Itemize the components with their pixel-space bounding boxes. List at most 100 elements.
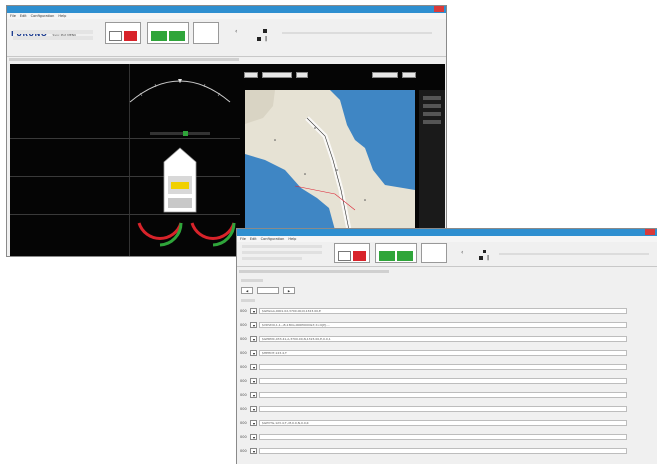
progress-line (499, 253, 649, 255)
back-icon[interactable]: ‹ (461, 249, 463, 256)
menu-help[interactable]: Help (58, 13, 66, 19)
back-icon[interactable]: ‹ (235, 28, 237, 35)
minimize-button[interactable] (412, 6, 422, 12)
sentence-field[interactable]: $VDVDO,1,1,,,B,13KG,000P000Va7;X<UJPJ...… (259, 322, 627, 328)
sentence-field[interactable] (259, 378, 627, 384)
chart-toolbar (419, 90, 445, 230)
alarm-group (334, 243, 370, 263)
status-group (147, 22, 189, 44)
close-button[interactable] (434, 6, 444, 12)
close-button[interactable] (645, 229, 655, 235)
sentence-field[interactable] (259, 448, 627, 454)
window-titlebar (237, 229, 657, 236)
chart-next-button[interactable] (296, 72, 308, 78)
chart-tool-4[interactable] (423, 120, 441, 124)
sentence-row: 000 $HEHDT,123.4,T (240, 349, 630, 357)
status-ok-button[interactable] (379, 251, 395, 261)
sentence-row-label: 000 (240, 407, 247, 411)
chart-option-button[interactable] (402, 72, 416, 78)
menu-help[interactable]: Help (288, 236, 296, 242)
maximize-button[interactable] (423, 6, 433, 12)
alarm-off-button[interactable] (338, 251, 351, 261)
stop-icon[interactable] (483, 250, 486, 253)
menu-configuration[interactable]: Configuration (31, 13, 55, 19)
sentence-field[interactable] (259, 392, 627, 398)
sentence-field[interactable]: $GPVTG,123.4,T,,M,0.0,N,0.0,K (259, 420, 627, 426)
sentence-dropdown[interactable] (250, 350, 257, 356)
status-run-button[interactable] (169, 31, 185, 41)
chevron-down-icon (252, 408, 255, 411)
sentence-row: 000 (240, 433, 630, 441)
sentence-row-label: 000 (240, 337, 247, 341)
data-row-6 (10, 124, 130, 134)
sentence-row: 000 (240, 363, 630, 371)
alarm-active-button[interactable] (353, 251, 366, 261)
pause-icon[interactable]: ‖ (487, 255, 490, 261)
status-run-button[interactable] (397, 251, 413, 261)
sentence-row-label: 000 (240, 379, 247, 383)
minimize-button[interactable] (623, 229, 633, 235)
sentence-field[interactable]: $GPGGA,0001.02,3700.00,N,1323.00,E (259, 308, 627, 314)
section-label (241, 279, 263, 282)
info-line-2 (13, 36, 93, 40)
sentence-dropdown[interactable] (250, 364, 257, 370)
sentence-field[interactable]: $HEHDT,123.4,T (259, 350, 627, 356)
sentence-dropdown[interactable] (250, 322, 257, 328)
sentence-dropdown[interactable] (250, 406, 257, 412)
tab-strip[interactable] (239, 270, 389, 273)
sentence-dropdown[interactable] (250, 420, 257, 426)
menu-edit[interactable]: Edit (20, 13, 27, 19)
page-field[interactable] (257, 287, 279, 294)
chart-tool-1[interactable] (423, 96, 441, 100)
data-row-1 (10, 66, 130, 76)
nav-data-column (10, 64, 130, 256)
next-button[interactable]: ▶ (283, 287, 295, 294)
data-row-2 (10, 76, 130, 86)
tab-strip[interactable] (9, 58, 239, 61)
sentence-row: 000 $GPGGA,0001.02,3700.00,N,1323.00,E (240, 307, 630, 315)
sentence-dropdown[interactable] (250, 308, 257, 314)
chart-mode-button[interactable] (372, 72, 398, 78)
sentence-field[interactable]: $GPRMC,033.41,A,3700.00,N,1323.00,E,0.0,… (259, 336, 627, 342)
info-line-2 (242, 251, 322, 254)
nautical-chart[interactable] (245, 90, 415, 230)
chevron-down-icon (252, 380, 255, 383)
chart-tool-3[interactable] (423, 112, 441, 116)
chart-prev-button[interactable] (244, 72, 258, 78)
maximize-button[interactable] (634, 229, 644, 235)
option-group (421, 243, 447, 263)
menu-configuration[interactable]: Configuration (261, 236, 285, 242)
sentence-field[interactable] (259, 406, 627, 412)
chevron-down-icon (252, 352, 255, 355)
chart-scale-field[interactable] (262, 72, 292, 78)
info-line-1 (242, 245, 322, 248)
pause-icon[interactable]: ‖ (265, 36, 268, 42)
prev-button[interactable]: ◀ (241, 287, 253, 294)
chevron-down-icon (252, 450, 255, 453)
sentence-dropdown[interactable] (250, 448, 257, 454)
stop-icon[interactable] (263, 29, 267, 33)
alarm-off-button[interactable] (109, 31, 122, 41)
alarm-active-button[interactable] (124, 31, 137, 41)
menu-edit[interactable]: Edit (250, 236, 257, 242)
sentence-field[interactable] (259, 434, 627, 440)
data-row-4 (10, 102, 130, 112)
record-icon[interactable] (479, 256, 483, 260)
port-rudder-dial (137, 222, 183, 247)
sentence-dropdown[interactable] (250, 392, 257, 398)
menu-file[interactable]: File (240, 236, 246, 242)
sentence-dropdown[interactable] (250, 434, 257, 440)
menu-bar: File Edit Configuration Help (7, 13, 446, 19)
record-icon[interactable] (257, 37, 261, 41)
sentence-row-label: 000 (240, 421, 247, 425)
chart-tool-2[interactable] (423, 104, 441, 108)
menu-bar: File Edit Configuration Help (237, 236, 657, 242)
data-row-5 (10, 112, 130, 122)
menu-file[interactable]: File (10, 13, 16, 19)
status-group (375, 243, 417, 263)
sentence-dropdown[interactable] (250, 378, 257, 384)
sentence-field[interactable] (259, 364, 627, 370)
status-ok-button[interactable] (151, 31, 167, 41)
sentence-dropdown[interactable] (250, 336, 257, 342)
ship-outline (163, 147, 197, 213)
